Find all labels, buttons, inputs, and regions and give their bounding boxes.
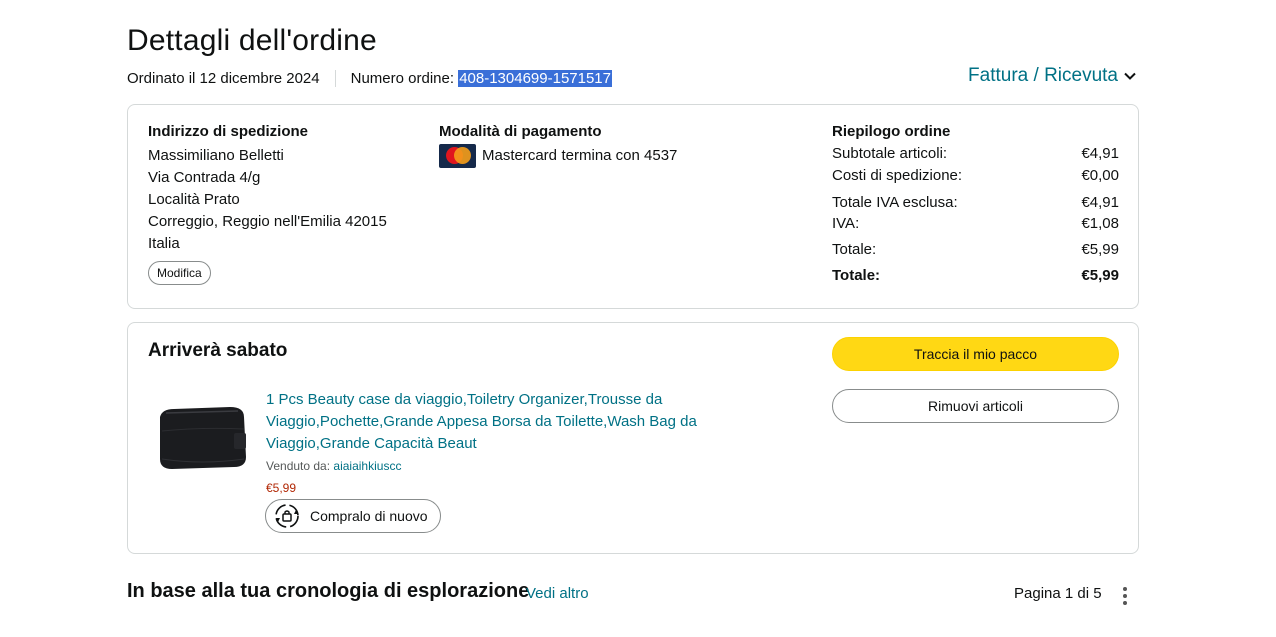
summary-total-row: Totale: €5,99 bbox=[832, 267, 1119, 289]
product-price: €5,99 bbox=[266, 481, 297, 495]
summary-row: Costi di spedizione: €0,00 bbox=[832, 167, 1119, 194]
kebab-menu-icon[interactable] bbox=[1116, 587, 1134, 609]
shipping-line2: Località Prato bbox=[148, 191, 240, 208]
shipping-name: Massimiliano Belletti bbox=[148, 147, 284, 164]
delivery-status: Arriverà sabato bbox=[148, 340, 288, 361]
invoice-dropdown[interactable]: Fattura / Ricevuta bbox=[968, 65, 1138, 87]
payment-method: Modalità di pagamento Mastercard termina… bbox=[439, 123, 677, 168]
product-title-link[interactable]: 1 Pcs Beauty case da viaggio,Toiletry Or… bbox=[266, 389, 726, 455]
buy-again-label: Compralo di nuovo bbox=[310, 508, 428, 524]
see-more-link[interactable]: Vedi altro bbox=[526, 585, 589, 602]
remove-items-button[interactable]: Rimuovi articoli bbox=[832, 389, 1119, 423]
pagination-label: Pagina 1 di 5 bbox=[1014, 585, 1102, 602]
summary-row: IVA: €1,08 bbox=[832, 215, 1119, 241]
summary-value: €0,00 bbox=[1081, 167, 1119, 184]
summary-row: Subtotale articoli: €4,91 bbox=[832, 145, 1119, 167]
chevron-down-icon bbox=[1124, 72, 1136, 80]
card-ending: termina con 4537 bbox=[561, 147, 678, 164]
order-number[interactable]: 408-1304699-1571517 bbox=[458, 70, 612, 87]
summary-label: Subtotale articoli: bbox=[832, 145, 948, 162]
summary-value: €4,91 bbox=[1081, 194, 1119, 211]
order-summary: Riepilogo ordine Subtotale articoli: €4,9… bbox=[832, 123, 1119, 289]
summary-total-value: €5,99 bbox=[1081, 267, 1119, 284]
seller-link[interactable]: aiaiaihkiuscc bbox=[333, 459, 401, 473]
order-meta: Ordinato il 12 dicembre 2024 Numero ordi… bbox=[127, 70, 612, 87]
buy-again-icon bbox=[275, 504, 299, 528]
mastercard-icon bbox=[439, 144, 476, 168]
page-title: Dettagli dell'ordine bbox=[127, 24, 377, 57]
product-image[interactable] bbox=[152, 403, 252, 477]
summary-total-label: Totale: bbox=[832, 267, 881, 284]
shipping-line3: Correggio, Reggio nell'Emilia 42015 bbox=[148, 213, 387, 230]
edit-address-button[interactable]: Modifica bbox=[148, 261, 211, 285]
shipping-line1: Via Contrada 4/g bbox=[148, 169, 261, 186]
buy-again-button[interactable]: Compralo di nuovo bbox=[265, 499, 441, 533]
shipping-address: Indirizzo di spedizione Massimiliano Bel… bbox=[148, 123, 387, 285]
summary-row: Totale IVA esclusa: €4,91 bbox=[832, 194, 1119, 215]
history-section-title: In base alla tua cronologia di esplorazi… bbox=[127, 580, 530, 602]
order-date: Ordinato il 12 dicembre 2024 bbox=[127, 70, 320, 87]
card-brand: Mastercard bbox=[482, 147, 558, 164]
summary-title: Riepilogo ordine bbox=[832, 123, 951, 140]
meta-divider bbox=[334, 70, 336, 87]
summary-label: Costi di spedizione: bbox=[832, 167, 963, 184]
summary-value: €1,08 bbox=[1081, 215, 1119, 232]
payment-title: Modalità di pagamento bbox=[439, 123, 602, 140]
sold-by-label: Venduto da: bbox=[266, 459, 331, 473]
summary-label: Totale IVA esclusa: bbox=[832, 194, 958, 211]
summary-label: IVA: bbox=[832, 215, 860, 232]
summary-row: Totale: €5,99 bbox=[832, 241, 1119, 267]
seller-info: Venduto da: aiaiaihkiuscc bbox=[266, 459, 401, 473]
summary-label: Totale: bbox=[832, 241, 877, 258]
shipping-title: Indirizzo di spedizione bbox=[148, 123, 309, 140]
shipping-country: Italia bbox=[148, 235, 180, 252]
track-package-button[interactable]: Traccia il mio pacco bbox=[832, 337, 1119, 371]
summary-value: €4,91 bbox=[1081, 145, 1119, 162]
summary-value: €5,99 bbox=[1081, 241, 1119, 258]
shipment-panel: Arriverà sabato 1 Pcs Beauty case da via… bbox=[127, 322, 1139, 554]
order-info-panel: Indirizzo di spedizione Massimiliano Bel… bbox=[127, 104, 1139, 309]
order-number-label: Numero ordine: bbox=[350, 70, 455, 87]
invoice-link-label: Fattura / Ricevuta bbox=[968, 65, 1118, 86]
